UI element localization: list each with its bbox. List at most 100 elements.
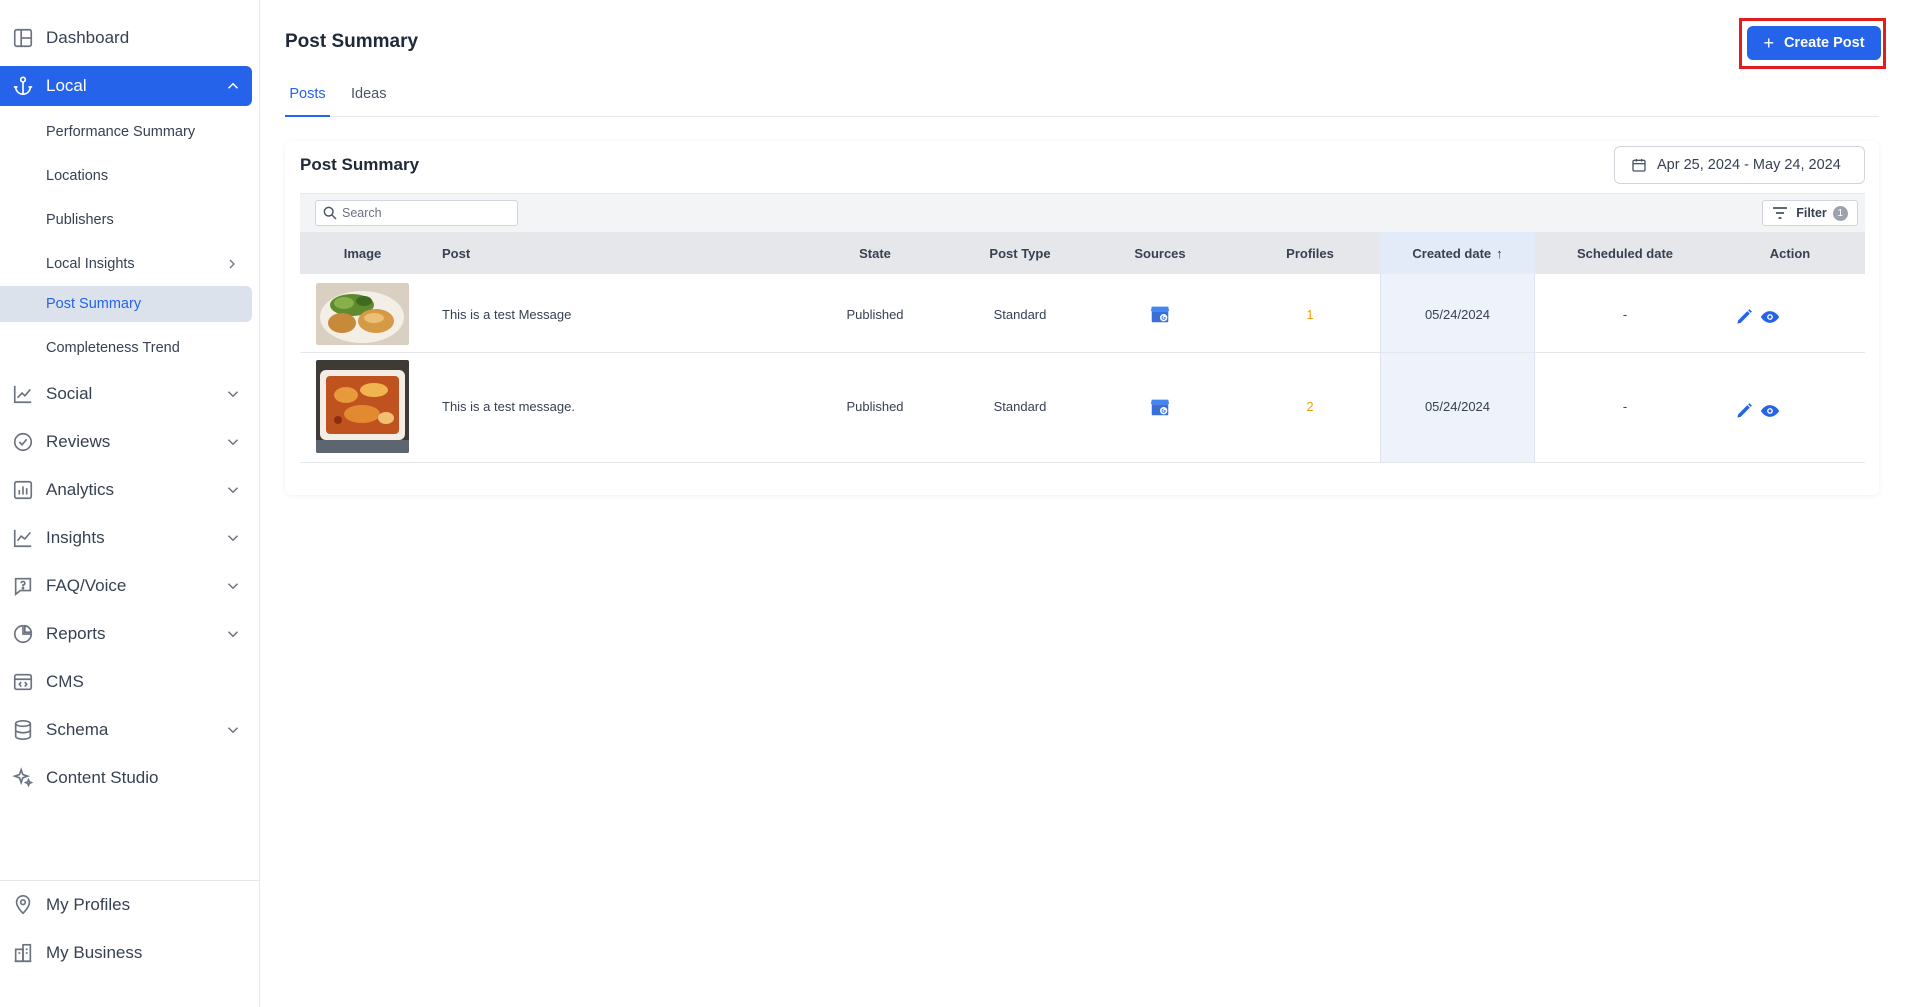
sidebar-sub-label: Locations	[46, 168, 109, 184]
sidebar-sub-performance-summary[interactable]: Performance Summary	[0, 114, 252, 150]
column-header-post[interactable]: Post	[442, 232, 642, 274]
sidebar-sub-locations[interactable]: Locations	[0, 158, 252, 194]
sidebar-sub-label: Publishers	[46, 212, 114, 228]
sidebar-item-reports[interactable]: Reports	[0, 614, 252, 654]
edit-icon[interactable]	[1734, 401, 1754, 421]
date-range-picker[interactable]: Apr 25, 2024 - May 24, 2024	[1614, 146, 1865, 184]
sidebar-sub-publishers[interactable]: Publishers	[0, 202, 252, 238]
column-header-image: Image	[343, 245, 382, 261]
pie-chart-icon	[12, 623, 34, 645]
column-header-state[interactable]: State	[820, 232, 930, 274]
column-header-profiles[interactable]: Profiles	[1250, 232, 1370, 274]
chevron-down-icon	[227, 439, 239, 446]
edit-icon[interactable]	[1734, 307, 1754, 327]
table-toolbar	[300, 193, 1865, 232]
sidebar-item-label: Dashboard	[46, 28, 130, 47]
post-scheduled-date: -	[1622, 399, 1628, 414]
sidebar-item-faq-voice[interactable]: FAQ/Voice	[0, 566, 252, 606]
trend-icon	[12, 527, 34, 549]
chevron-down-icon	[227, 391, 239, 398]
bar-chart-icon	[12, 479, 34, 501]
filter-button[interactable]: Filter 1	[1762, 200, 1858, 226]
post-type: Standard	[993, 399, 1047, 414]
row-divider	[300, 352, 1865, 353]
row-divider	[300, 462, 1865, 463]
calendar-icon	[1632, 159, 1646, 172]
check-circle-icon	[12, 431, 34, 453]
post-created-date: 05/24/2024	[1424, 306, 1491, 322]
chevron-up-icon	[227, 82, 239, 89]
sidebar-sub-label: Post Summary	[46, 296, 142, 312]
sidebar-item-analytics[interactable]: Analytics	[0, 470, 252, 510]
post-profiles-count[interactable]: 1	[1250, 283, 1370, 345]
post-image-lasagna[interactable]	[316, 360, 409, 453]
sidebar-item-label: Local	[46, 76, 87, 95]
column-header-scheduled-date[interactable]: Scheduled date	[1540, 232, 1710, 274]
date-range-label: Apr 25, 2024 - May 24, 2024	[1657, 157, 1841, 173]
google-business-icon	[1150, 399, 1170, 415]
sidebar-item-label: Schema	[46, 720, 109, 739]
sidebar-item-label: Reviews	[46, 432, 111, 451]
created-date-label: Created date	[1412, 245, 1492, 261]
tab-posts[interactable]: Posts	[285, 82, 330, 117]
sidebar-divider	[0, 880, 260, 881]
sidebar-sub-post-summary[interactable]: Post Summary	[0, 286, 252, 322]
sparkles-icon	[12, 767, 34, 789]
sidebar-item-cms[interactable]: CMS	[0, 662, 252, 702]
building-icon	[12, 942, 34, 964]
sidebar-item-schema[interactable]: Schema	[0, 710, 252, 750]
google-business-icon	[1150, 306, 1170, 323]
sidebar-sub-local-insights[interactable]: Local Insights	[0, 246, 252, 282]
sidebar-item-label: Reports	[46, 624, 106, 643]
tab-ideas[interactable]: Ideas	[351, 82, 386, 117]
view-icon[interactable]	[1760, 401, 1780, 421]
sidebar-item-my-profiles[interactable]: My Profiles	[0, 885, 252, 925]
post-sources	[1110, 360, 1210, 453]
sidebar-item-label: FAQ/Voice	[46, 576, 127, 595]
view-icon[interactable]	[1760, 307, 1780, 327]
sidebar-item-dashboard[interactable]: Dashboard	[0, 18, 252, 58]
sidebar-item-reviews[interactable]: Reviews	[0, 422, 252, 462]
search-icon	[323, 206, 337, 220]
search-placeholder: Search	[342, 206, 382, 220]
post-state: Published	[846, 306, 904, 322]
database-icon	[12, 719, 34, 741]
dashboard-icon	[12, 27, 34, 49]
filter-icon	[1773, 207, 1788, 219]
sidebar-item-content-studio[interactable]: Content Studio	[0, 758, 252, 798]
sidebar-sub-label: Performance Summary	[46, 124, 196, 140]
post-sources	[1110, 283, 1210, 345]
sidebar-item-local[interactable]: Local	[0, 66, 252, 106]
chevron-down-icon	[227, 535, 239, 542]
location-pin-icon	[12, 894, 34, 916]
post-text: This is a test message.	[442, 399, 575, 414]
search-input[interactable]: Search	[315, 200, 518, 226]
page-title: Post Summary	[285, 31, 419, 52]
post-image-salad[interactable]	[316, 283, 409, 345]
column-header-sources: Sources	[1134, 245, 1186, 261]
question-bubble-icon	[12, 575, 34, 597]
create-post-label: Create Post	[1783, 35, 1865, 51]
card-title: Post Summary	[300, 155, 420, 174]
create-post-button[interactable]: + Create Post	[1747, 26, 1881, 60]
filter-label: Filter	[1796, 206, 1827, 220]
chevron-down-icon	[227, 727, 239, 734]
sidebar-item-social[interactable]: Social	[0, 374, 252, 414]
sidebar-item-label: Analytics	[46, 480, 115, 499]
sidebar-item-label: My Business	[46, 943, 143, 962]
post-profiles-count[interactable]: 2	[1250, 360, 1370, 453]
sidebar-item-insights[interactable]: Insights	[0, 518, 252, 558]
sidebar-item-my-business[interactable]: My Business	[0, 933, 252, 973]
post-text: This is a test Message	[442, 306, 572, 322]
chevron-down-icon	[227, 487, 239, 494]
anchor-icon	[12, 75, 34, 97]
line-chart-icon	[12, 383, 34, 405]
column-header-created-date[interactable]: Created date ↑	[1380, 232, 1535, 274]
sidebar-sub-completeness-trend[interactable]: Completeness Trend	[0, 330, 252, 366]
post-state: Published	[846, 399, 904, 414]
sidebar-item-label: Insights	[46, 528, 105, 547]
column-header-post-type[interactable]: Post Type	[960, 232, 1080, 274]
sidebar-item-label: CMS	[46, 672, 84, 691]
sidebar-sub-label: Completeness Trend	[46, 340, 180, 356]
chevron-down-icon	[227, 631, 239, 638]
